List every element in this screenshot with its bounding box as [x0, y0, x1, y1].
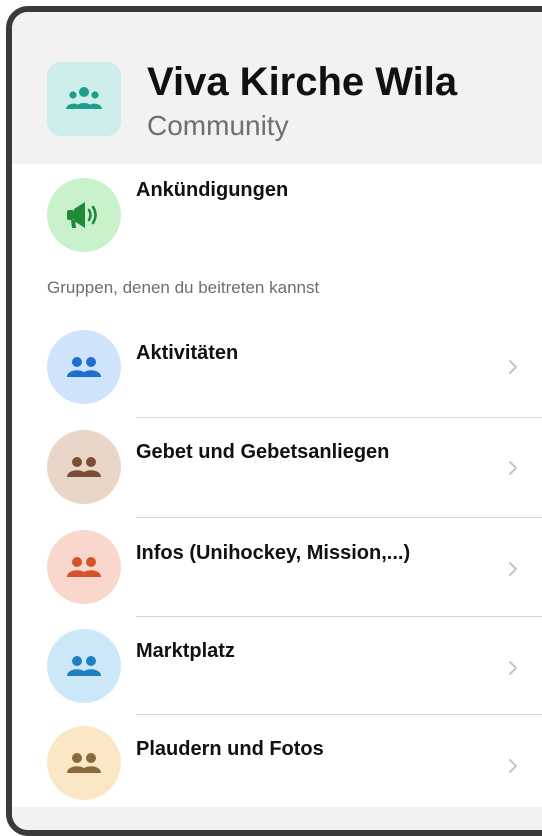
group-label: Gebet und Gebetsanliegen [136, 441, 390, 463]
row-divider [136, 714, 542, 715]
row-divider [136, 517, 542, 518]
chevron-right-icon [509, 562, 517, 576]
community-header: Viva Kirche Wila Community [12, 12, 542, 164]
group-icon [66, 87, 102, 109]
group-avatar [47, 330, 121, 404]
announcements-avatar [47, 178, 121, 252]
group-label: Marktplatz [136, 640, 235, 662]
community-avatar [47, 62, 121, 136]
group-icon [67, 457, 101, 477]
group-avatar [47, 726, 121, 800]
group-label: Infos (Unihockey, Mission,...) [136, 542, 411, 564]
group-label: Plaudern und Fotos [136, 738, 324, 760]
list-footer [12, 807, 542, 830]
group-row-infos[interactable]: Infos (Unihockey, Mission,...) [12, 520, 542, 616]
group-icon [67, 557, 101, 577]
chevron-right-icon [509, 360, 517, 374]
group-icon [67, 656, 101, 676]
announcements-label: Ankündigungen [136, 179, 289, 201]
group-avatar [47, 430, 121, 504]
community-title: Viva Kirche Wila [147, 60, 458, 104]
app-window: Viva Kirche Wila Community Ankündigungen… [6, 6, 542, 836]
chevron-right-icon [509, 759, 517, 773]
megaphone-icon [67, 202, 97, 228]
group-row-aktivitaeten[interactable]: Aktivitäten [12, 322, 542, 418]
group-icon [67, 753, 101, 773]
group-row-marktplatz[interactable]: Marktplatz [12, 619, 542, 715]
group-avatar [47, 629, 121, 703]
group-row-gebet[interactable]: Gebet und Gebetsanliegen [12, 420, 542, 516]
group-avatar [47, 530, 121, 604]
announcements-row[interactable]: Ankündigungen [12, 167, 542, 263]
row-divider [136, 417, 542, 418]
group-icon [67, 357, 101, 377]
row-divider [136, 616, 542, 617]
chevron-right-icon [509, 661, 517, 675]
chevron-right-icon [509, 461, 517, 475]
joinable-groups-heading: Gruppen, denen du beitreten kannst [47, 278, 320, 297]
group-label: Aktivitäten [136, 342, 239, 364]
group-row-plaudern[interactable]: Plaudern und Fotos [12, 717, 542, 813]
community-subtitle: Community [147, 110, 289, 141]
